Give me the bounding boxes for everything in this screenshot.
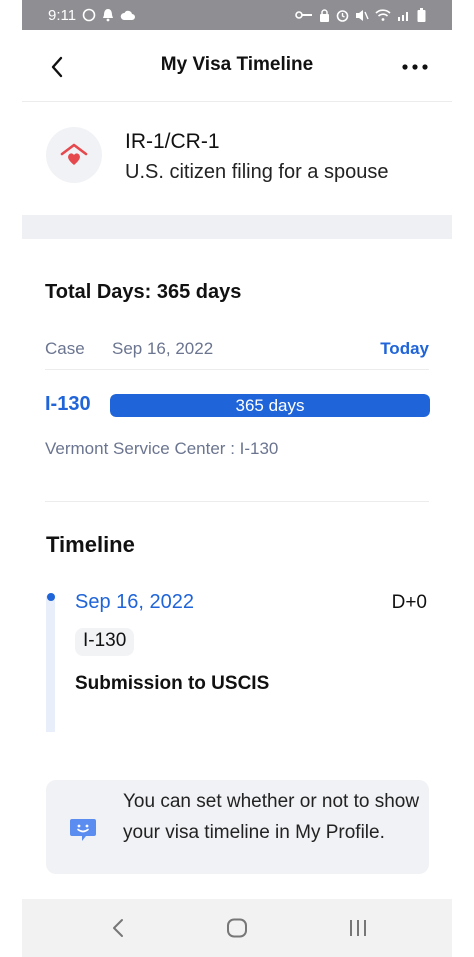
visibility-info-note: You can set whether or not to show your …: [46, 780, 429, 874]
nav-back-icon: [113, 919, 123, 937]
battery-icon: [417, 8, 426, 22]
case-start-date: Sep 16, 2022: [112, 339, 214, 358]
mute-icon: [356, 9, 369, 21]
timeline-dot: [47, 593, 55, 601]
nav-back-button[interactable]: [98, 915, 138, 941]
right-edge: [452, 0, 474, 957]
event-title: Submission to USCIS: [75, 673, 270, 694]
total-days-label: Total Days: 365 days: [45, 281, 242, 303]
progress-bar: 365 days: [110, 394, 430, 417]
event-date: Sep 16, 2022: [75, 591, 194, 613]
bell-icon: [103, 9, 114, 22]
today-label: Today: [380, 339, 429, 358]
nav-recents-icon: [350, 920, 366, 936]
case-label: Case: [45, 339, 85, 358]
visa-type-code: IR-1/CR-1: [125, 130, 220, 153]
nav-home-icon: [227, 918, 247, 938]
visa-type-card: IR-1/CR-1 U.S. citizen filing for a spou…: [22, 103, 452, 215]
progress-text: 365 days: [235, 396, 305, 415]
cloud-icon: [120, 10, 136, 20]
form-label: I-130: [45, 393, 91, 415]
lock-icon: [320, 8, 329, 22]
page-title: My Visa Timeline: [160, 54, 314, 75]
case-row: Case Sep 16, 2022 Today: [45, 338, 429, 370]
event-form-tag: I-130: [75, 628, 135, 656]
alarm-icon: [336, 9, 349, 22]
nav-recents-button[interactable]: [338, 915, 378, 941]
service-center-label: Vermont Service Center : I-130: [45, 439, 279, 458]
house-heart-icon: [60, 143, 88, 165]
visa-icon-container: [46, 127, 102, 183]
info-note-text: You can set whether or not to show your …: [123, 791, 420, 843]
key-icon: [295, 11, 312, 19]
section-divider: [45, 501, 429, 502]
left-edge: [0, 0, 22, 957]
section-separator-band: [22, 215, 452, 239]
status-right: [295, 8, 426, 22]
whatsapp-icon: [82, 8, 96, 22]
app-screen: 9:11 My Visa Timeline IR-1/CR-1 U.S. cit…: [0, 0, 474, 957]
timeline-heading: Timeline: [46, 532, 135, 557]
chat-smile-icon: [70, 819, 96, 841]
system-navigation-bar: [22, 899, 452, 957]
status-bar: 9:11: [22, 0, 452, 30]
event-day-offset: D+0: [391, 592, 427, 613]
signal-icon: [398, 12, 408, 21]
wifi-icon: [375, 9, 391, 21]
nav-home-button[interactable]: [217, 915, 257, 941]
status-left: 9:11: [48, 7, 136, 24]
app-header: My Visa Timeline: [22, 30, 452, 102]
visa-type-description: U.S. citizen filing for a spouse: [125, 161, 389, 183]
more-horizontal-icon: [402, 64, 428, 70]
status-time: 9:11: [48, 6, 77, 24]
form-progress-row: I-130 365 days: [45, 392, 430, 420]
timeline-track: [46, 596, 55, 732]
more-options-button[interactable]: [398, 52, 432, 82]
